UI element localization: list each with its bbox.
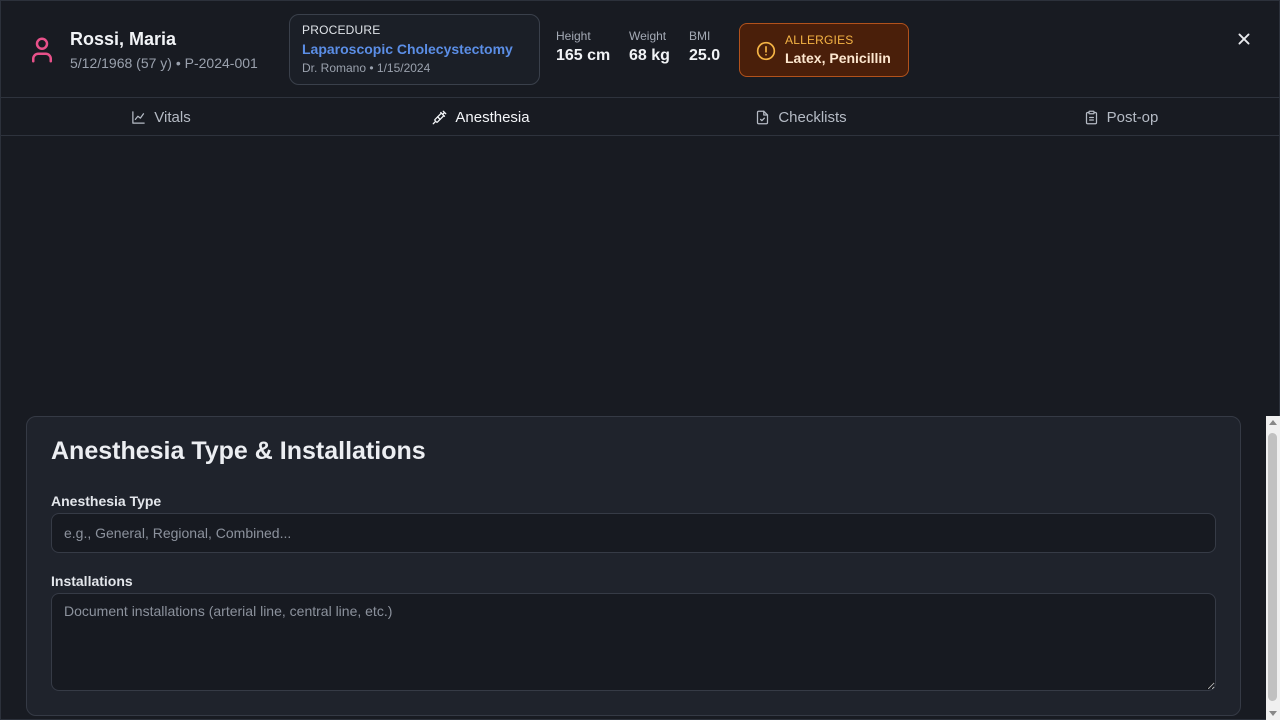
scroll-down-icon[interactable] — [1269, 711, 1277, 716]
tab-vitals-label: Vitals — [154, 108, 191, 126]
metric-weight: Weight 68 kg — [629, 29, 670, 65]
scroll-up-icon[interactable] — [1269, 420, 1277, 425]
procedure-label: PROCEDURE — [302, 23, 381, 37]
allergies-label: ALLERGIES — [785, 33, 854, 47]
tab-checklists[interactable]: Checklists — [641, 98, 961, 136]
scrollbar-thumb[interactable] — [1268, 433, 1277, 701]
metric-height: Height 165 cm — [556, 29, 610, 65]
close-icon[interactable] — [1233, 28, 1255, 50]
file-check-icon — [757, 110, 769, 124]
patient-name: Rossi, Maria — [70, 29, 177, 49]
allergies-value: Latex, Penicillin — [785, 50, 891, 66]
alert-circle-icon — [756, 41, 776, 61]
anesthesia-type-label: Anesthesia Type — [51, 493, 162, 509]
anesthesia-card: Anesthesia Type & Installations Anesthes… — [26, 416, 1241, 716]
tab-vitals[interactable]: Vitals — [1, 98, 321, 136]
metric-weight-label: Weight — [629, 29, 667, 43]
app-window: Rossi, Maria 5/12/1968 (57 y) • P-2024-0… — [0, 0, 1280, 720]
tab-post-op-label: Post-op — [1106, 108, 1159, 126]
procedure-doctor-date: Dr. Romano • 1/15/2024 — [302, 61, 431, 75]
installations-textarea[interactable] — [51, 593, 1216, 691]
allergies-badge: ALLERGIES Latex, Penicillin — [739, 23, 909, 77]
scrollbar[interactable] — [1266, 416, 1280, 720]
tab-anesthesia[interactable]: Anesthesia — [321, 98, 641, 136]
tab-post-op[interactable]: Post-op — [961, 98, 1280, 136]
metric-bmi-label: BMI — [689, 29, 711, 43]
card-title: Anesthesia Type & Installations — [51, 437, 426, 465]
tab-bar: Vitals Anesthesia Checklists Post-op — [1, 98, 1280, 136]
tab-checklists-label: Checklists — [778, 108, 847, 126]
metric-height-value: 165 cm — [556, 47, 611, 64]
procedure-name: Laparoscopic Cholecystectomy — [302, 41, 513, 57]
chart-line-icon — [132, 110, 146, 124]
tab-anesthesia-label: Anesthesia — [455, 108, 530, 126]
anesthesia-type-input[interactable] — [51, 513, 1216, 553]
metric-bmi-value: 25.0 — [689, 47, 721, 64]
patient-meta: 5/12/1968 (57 y) • P-2024-001 — [70, 55, 258, 71]
metric-weight-value: 68 kg — [629, 47, 670, 64]
user-icon — [32, 37, 52, 63]
procedure-box: PROCEDURE Laparoscopic Cholecystectomy D… — [289, 14, 540, 85]
installations-label: Installations — [51, 573, 133, 589]
syringe-icon — [433, 110, 447, 124]
patient-header: Rossi, Maria 5/12/1968 (57 y) • P-2024-0… — [1, 1, 1280, 98]
metric-height-label: Height — [556, 29, 591, 43]
metric-bmi: BMI 25.0 — [689, 29, 720, 65]
clipboard-icon — [1085, 110, 1097, 124]
